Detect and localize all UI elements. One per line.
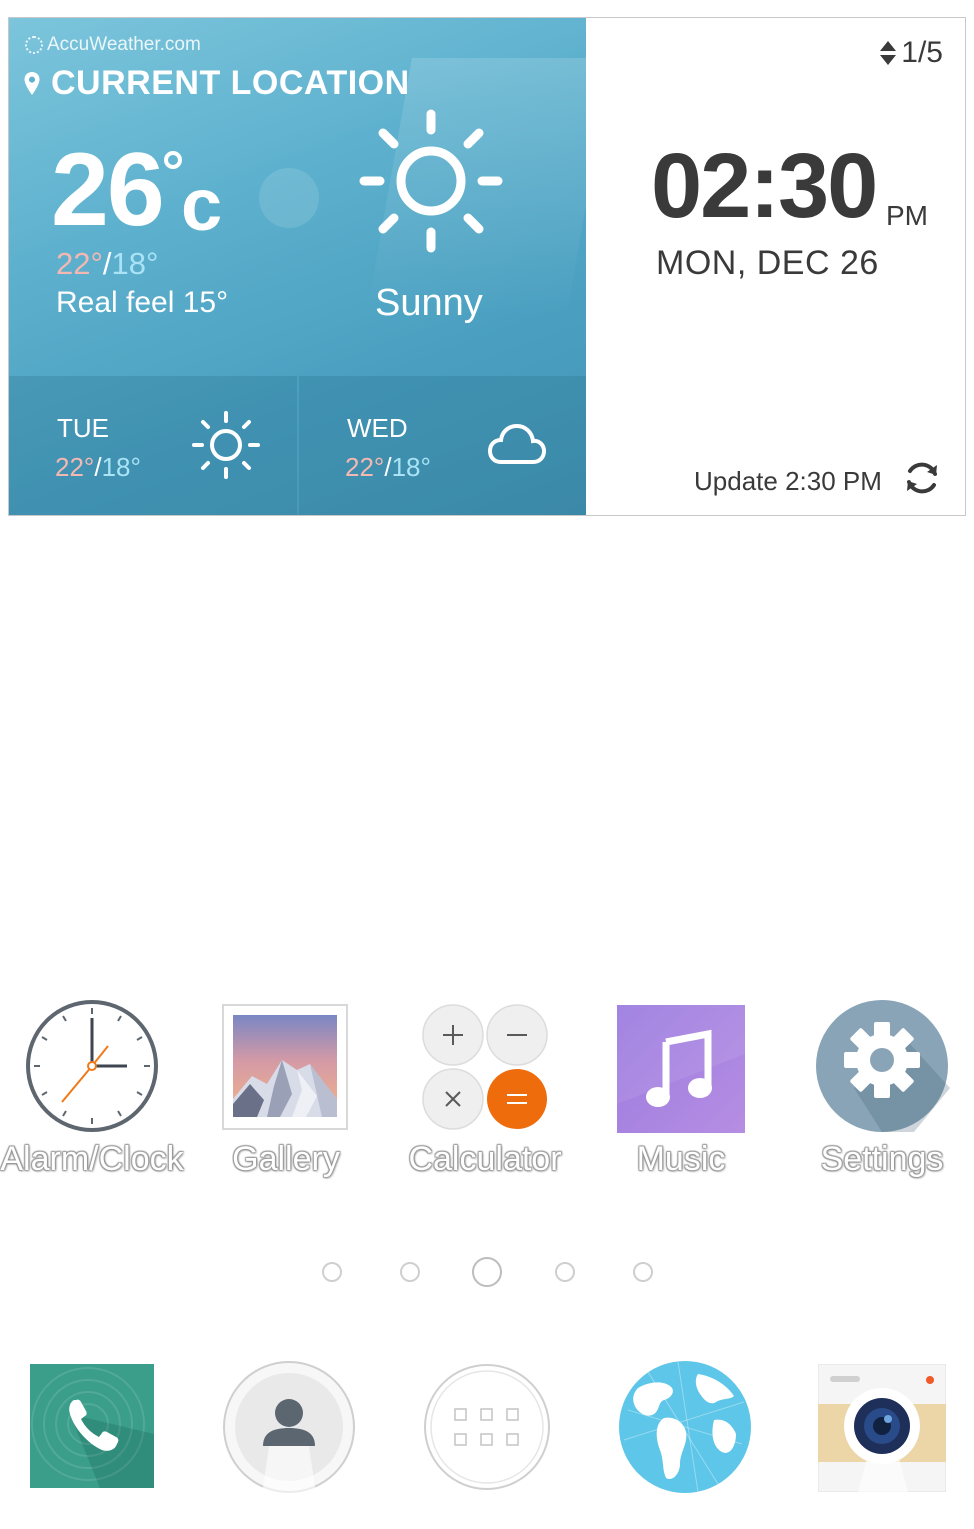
forecast-day[interactable]: WED 22°/18° [299, 376, 586, 515]
contacts-icon [223, 1361, 355, 1494]
pager-text: 1/5 [901, 36, 943, 69]
app-label: Alarm/Clock [0, 1140, 184, 1178]
background-glow [259, 168, 319, 228]
music-icon [617, 1005, 745, 1133]
clock-date: MON, DEC 26 [656, 244, 879, 282]
gallery-icon [222, 1004, 348, 1130]
cloud-icon [487, 423, 547, 464]
app-settings[interactable]: Settings [814, 998, 950, 1198]
location-text: CURRENT LOCATION [51, 64, 410, 102]
clock-icon [26, 1000, 158, 1132]
dock-contacts[interactable] [222, 1360, 356, 1494]
clock-panel[interactable]: 1/5 02:30 PM MON, DEC 26 Update 2:30 PM [586, 18, 965, 515]
page-dot-active[interactable] [472, 1257, 502, 1287]
page-dot[interactable] [633, 1262, 653, 1282]
dock-phone[interactable] [30, 1364, 154, 1488]
accuweather-logo-icon [25, 36, 43, 54]
gear-icon [816, 1000, 950, 1132]
forecast-high: 22° [55, 452, 95, 482]
forecast-day[interactable]: TUE 22°/18° [9, 376, 297, 515]
current-temperature: 26 [51, 132, 165, 248]
high-temp: 22° [56, 246, 103, 281]
app-label: Settings [820, 1140, 944, 1178]
forecast-temps: 22°/18° [55, 452, 141, 483]
app-label: Music [636, 1140, 726, 1178]
phone-icon [30, 1364, 154, 1488]
weather-condition: Sunny [375, 282, 483, 324]
page-dot[interactable] [322, 1262, 342, 1282]
app-label: Gallery [232, 1140, 340, 1178]
refresh-icon[interactable] [902, 458, 942, 498]
update-time: Update 2:30 PM [694, 466, 882, 496]
high-low-temperature: 22°/18° [56, 248, 158, 279]
camera-icon [817, 1363, 947, 1493]
degree-symbol [164, 151, 182, 169]
provider-label: AccuWeather.com [25, 34, 201, 56]
low-temp: 18° [111, 246, 159, 281]
apps-grid-icon [424, 1364, 550, 1490]
sort-arrows-icon [880, 41, 897, 65]
temp-separator: / [102, 246, 112, 281]
forecast-low: 18° [391, 452, 431, 482]
forecast-temps: 22°/18° [345, 452, 431, 483]
temp-separator: / [94, 452, 102, 482]
dock-browser[interactable] [618, 1360, 752, 1494]
forecast-day-name: WED [347, 413, 408, 443]
page-indicator [0, 1257, 974, 1287]
widget-pager[interactable]: 1/5 [879, 36, 943, 70]
temperature-unit: c [181, 163, 223, 246]
clock-time: 02:30 [651, 135, 878, 237]
app-alarm-clock[interactable]: Alarm/Clock [0, 998, 184, 1198]
app-music[interactable]: Music [616, 1004, 746, 1198]
page-dot[interactable] [555, 1262, 575, 1282]
clock-ampm: PM [886, 200, 928, 231]
real-feel: Real feel 15° [56, 286, 229, 319]
location-pin-icon [24, 71, 40, 95]
sun-icon [192, 411, 260, 479]
dock-camera[interactable] [817, 1363, 947, 1493]
temp-separator: / [384, 452, 392, 482]
weather-clock-widget[interactable]: AccuWeather.com CURRENT LOCATION 26 c 22… [8, 17, 966, 516]
forecast-low: 18° [101, 452, 141, 482]
weather-panel[interactable]: AccuWeather.com CURRENT LOCATION 26 c 22… [9, 18, 586, 515]
forecast-high: 22° [345, 452, 385, 482]
app-gallery[interactable]: Gallery [222, 1004, 350, 1198]
page-dot[interactable] [400, 1262, 420, 1282]
app-label: Calculator [408, 1140, 562, 1178]
sun-icon [359, 109, 503, 253]
forecast-day-name: TUE [57, 413, 109, 443]
location-label[interactable]: CURRENT LOCATION [23, 64, 410, 103]
app-calculator[interactable]: Calculator [408, 1002, 562, 1198]
provider-text: AccuWeather.com [47, 34, 201, 55]
globe-icon [619, 1361, 751, 1493]
calculator-icon [422, 1004, 548, 1130]
dock-app-drawer[interactable] [422, 1360, 552, 1494]
